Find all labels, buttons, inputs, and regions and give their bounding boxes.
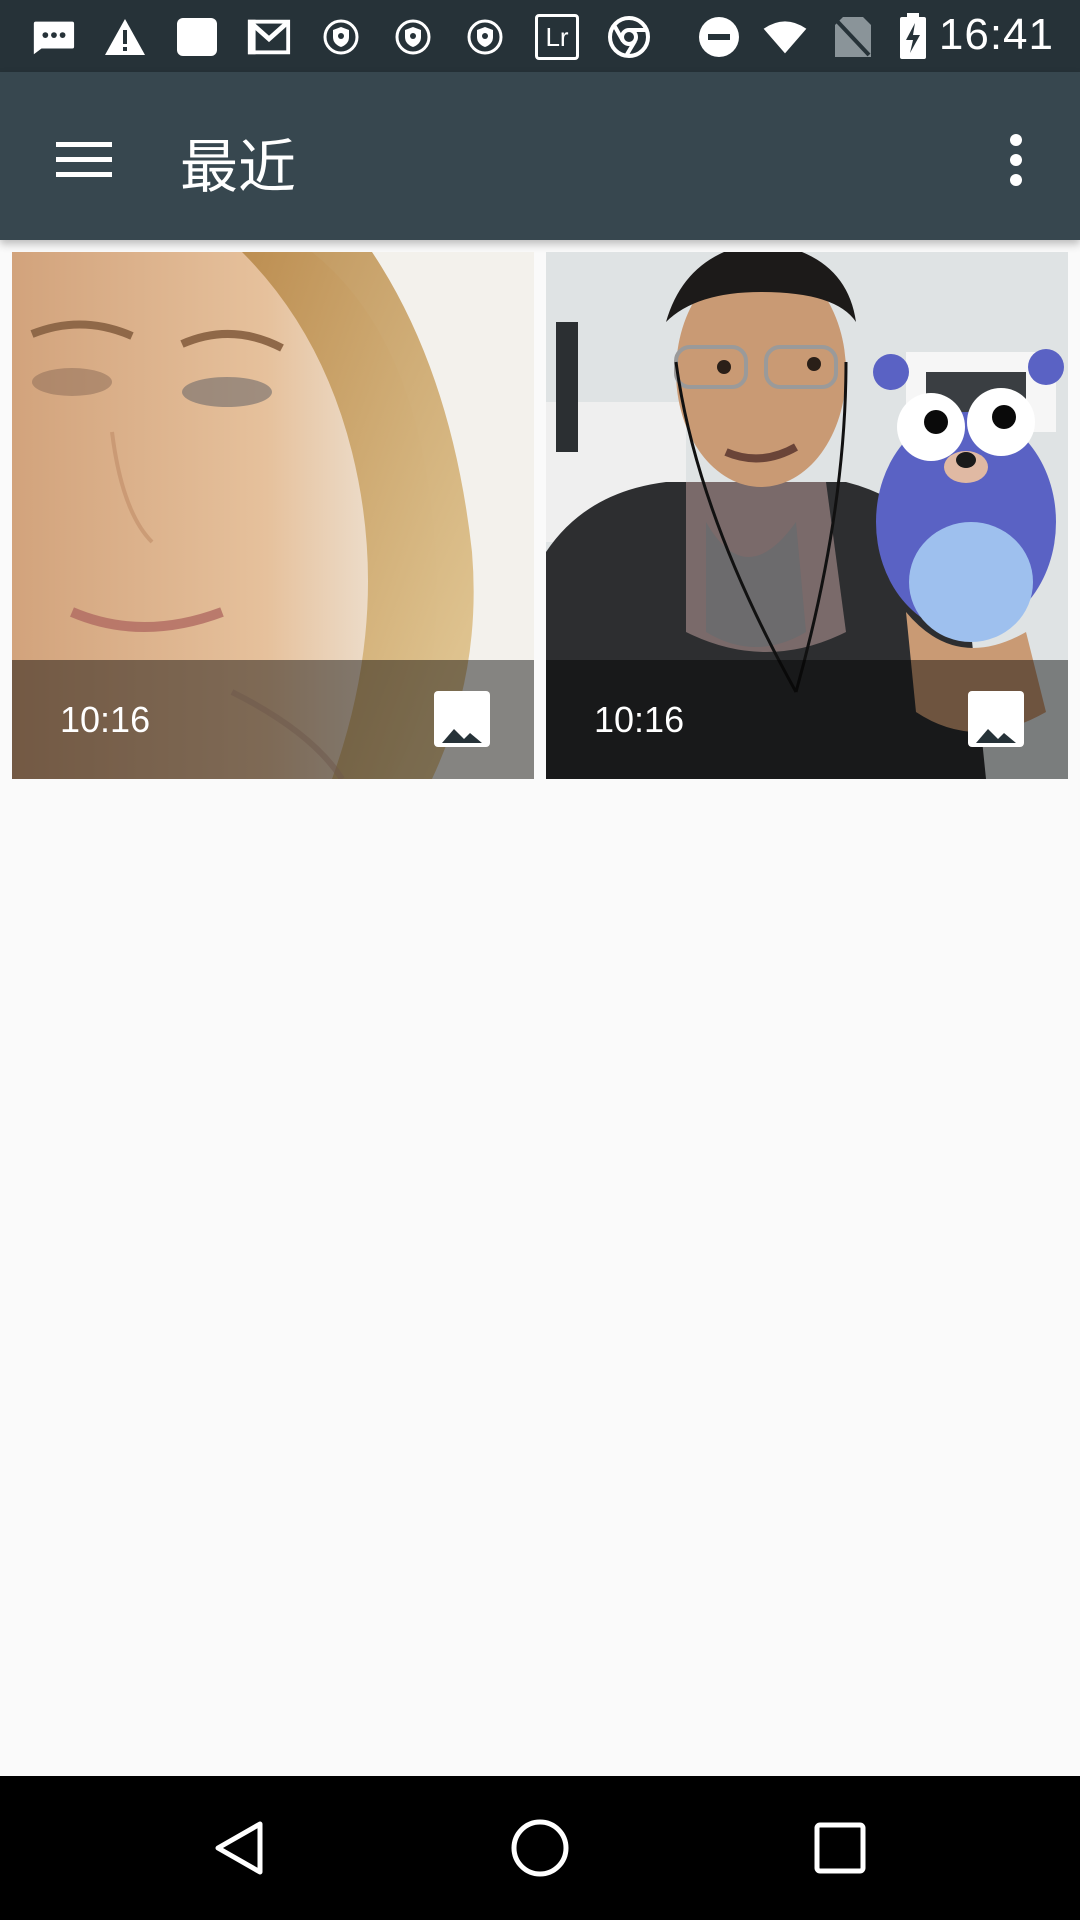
grid-item[interactable]: 10:16 — [546, 252, 1068, 779]
status-bar: Lr 16:41 — [0, 0, 1080, 72]
back-icon[interactable] — [192, 1800, 288, 1896]
shield-icon — [318, 14, 364, 60]
tile-time: 10:16 — [60, 699, 151, 740]
more-vert-icon[interactable] — [968, 112, 1064, 208]
wifi-icon — [762, 14, 808, 60]
do-not-disturb-icon — [696, 14, 742, 60]
square-icon — [174, 14, 220, 60]
warning-icon — [102, 14, 148, 60]
sms-icon — [30, 14, 76, 60]
app-bar: 最近 — [0, 72, 1080, 240]
navigation-bar — [0, 1776, 1080, 1920]
grid-item[interactable]: 10:16 — [12, 252, 534, 779]
chrome-icon — [606, 14, 652, 60]
recents-icon[interactable] — [792, 1800, 888, 1896]
battery-charging-icon — [890, 13, 936, 60]
image-icon — [434, 691, 490, 747]
gmail-icon — [246, 14, 292, 60]
lightroom-label: Lr — [535, 14, 579, 60]
shield-icon — [390, 14, 436, 60]
status-time: 16:41 — [938, 10, 1054, 59]
shield-icon — [462, 14, 508, 60]
hamburger-menu-icon[interactable] — [36, 112, 132, 208]
lightroom-icon: Lr — [534, 14, 580, 60]
no-sim-icon — [830, 14, 876, 60]
page-title: 最近 — [180, 133, 297, 201]
tile-time: 10:16 — [594, 699, 685, 740]
image-icon — [968, 691, 1024, 747]
home-icon[interactable] — [492, 1800, 588, 1896]
